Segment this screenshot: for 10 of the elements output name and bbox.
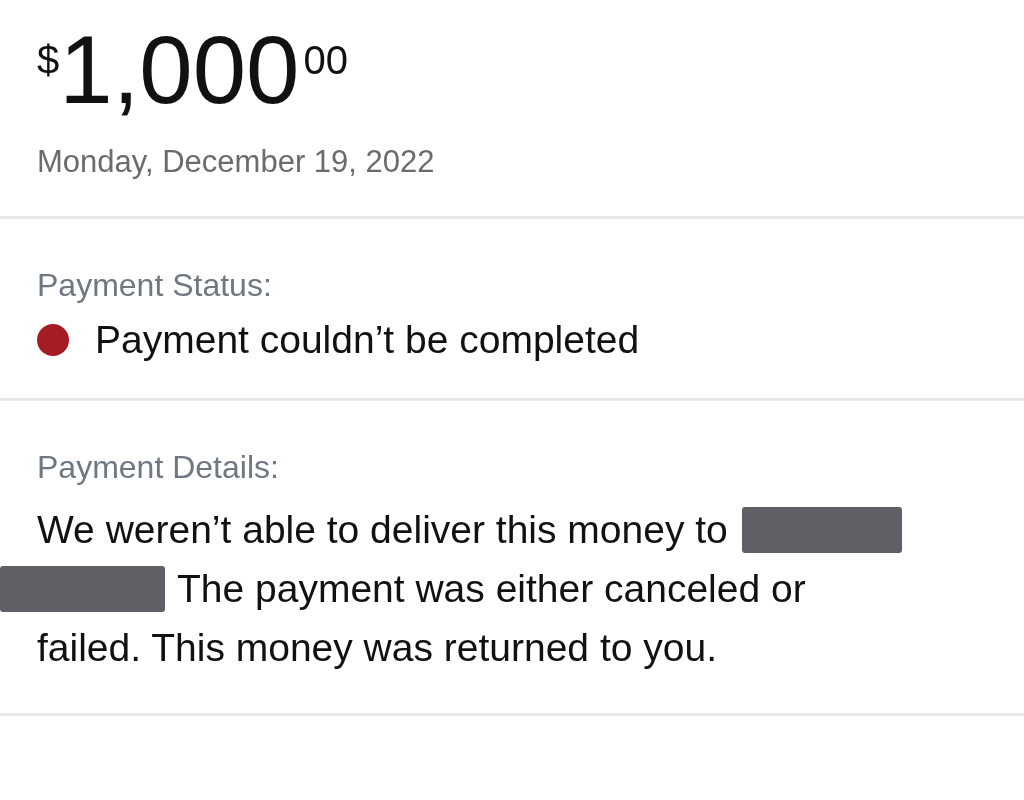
currency-symbol: $ [37,40,60,80]
amount-cents: 00 [303,40,348,80]
details-text: The payment was either canceled or [177,566,806,611]
details-text: We weren’t able to deliver this money to [37,507,728,552]
status-text: Payment couldn’t be completed [95,318,640,362]
amount-value: 1,000 [59,15,300,125]
details-label: Payment Details: [37,449,280,486]
details-text: failed. This money was returned to you. [37,625,717,670]
payment-date: Monday, December 19, 2022 [37,144,436,180]
status-label: Payment Status: [37,267,273,304]
